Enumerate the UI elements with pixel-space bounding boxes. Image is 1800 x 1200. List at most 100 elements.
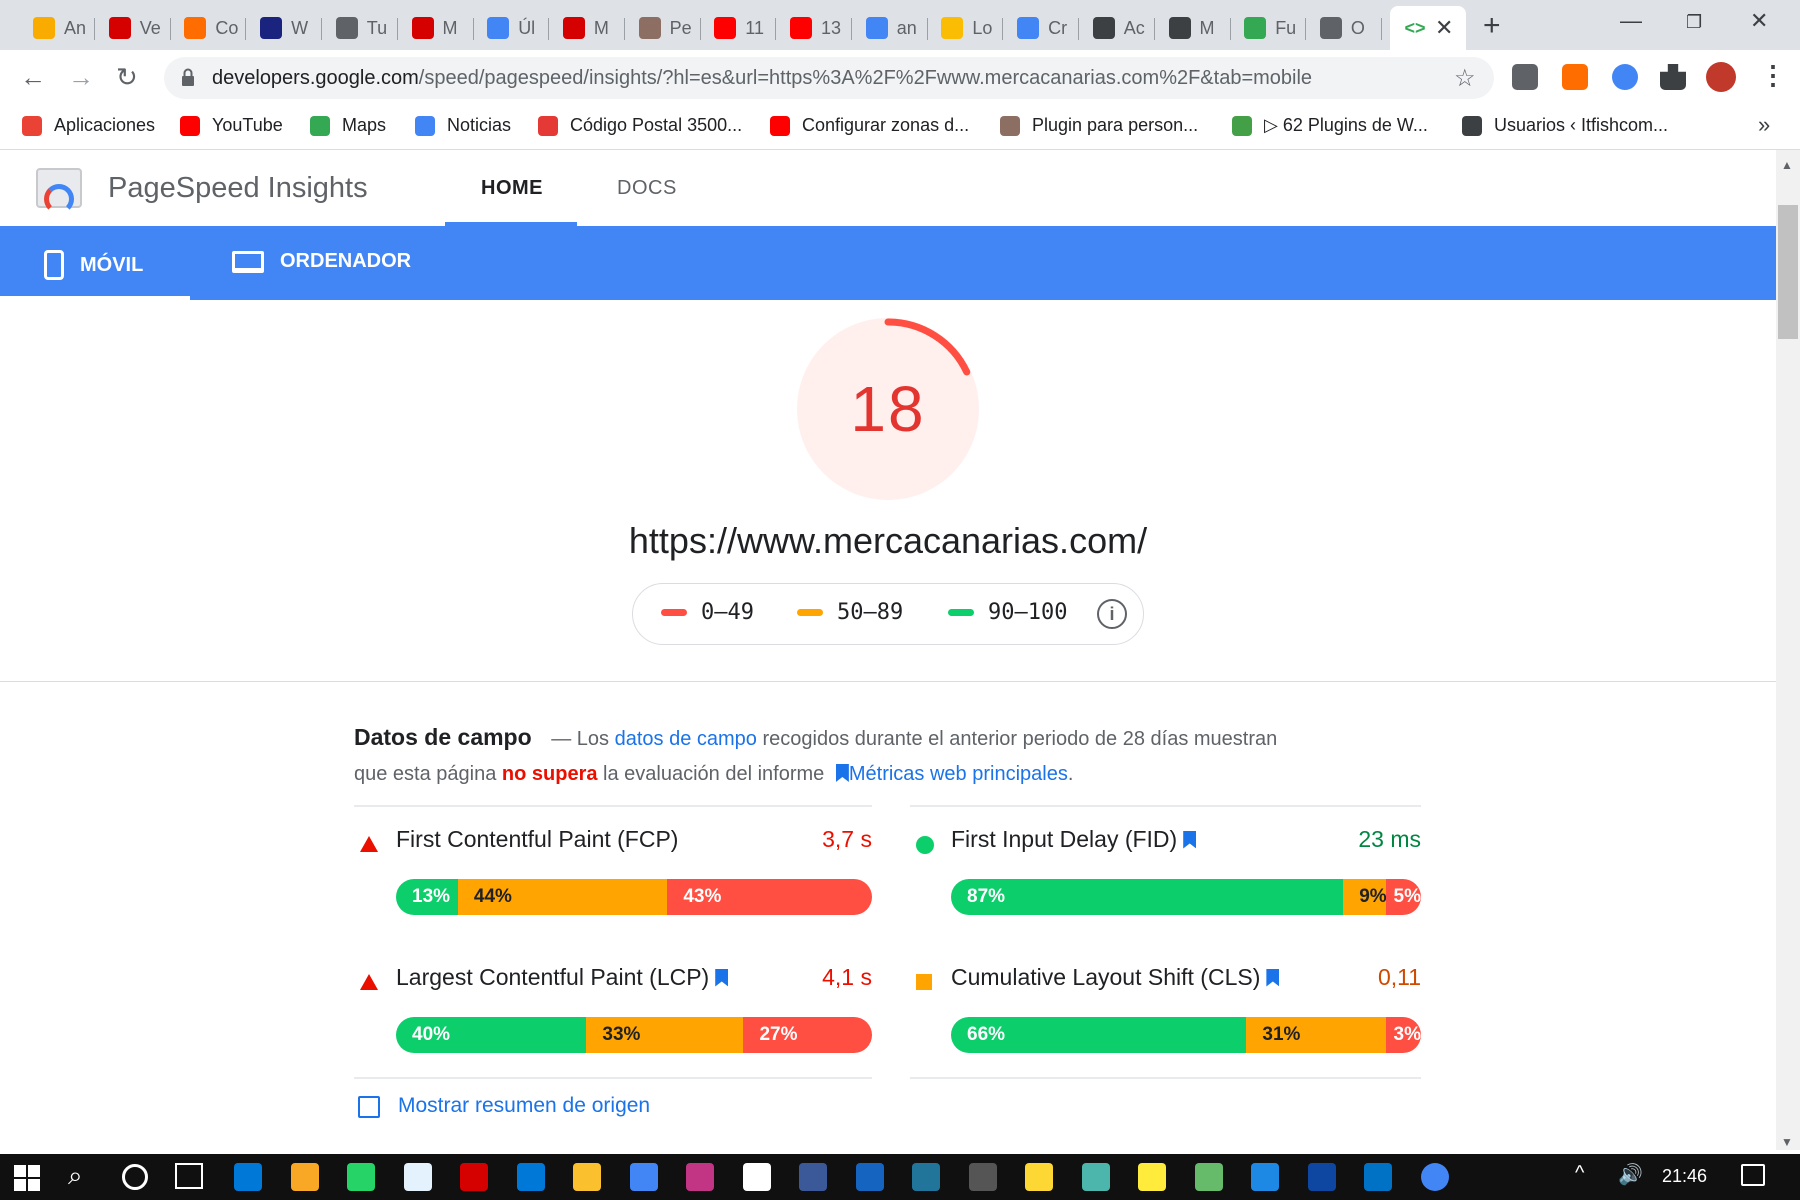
bookmark-label: Maps <box>342 115 387 135</box>
taskbar-app-icon[interactable] <box>516 1163 545 1191</box>
back-icon[interactable]: ← <box>20 62 46 93</box>
extension-3-icon[interactable] <box>1612 64 1638 90</box>
taskbar-app-icon[interactable] <box>1138 1163 1166 1191</box>
browser-tab[interactable]: Ve <box>95 6 171 50</box>
window-close-button[interactable]: ✕ <box>1750 8 1768 34</box>
tab-mobile[interactable]: MÓVIL <box>44 250 143 280</box>
taskbar-clock[interactable]: 21:46 <box>1662 1166 1707 1187</box>
taskbar-app-icon[interactable] <box>1025 1163 1053 1191</box>
bookmark-star-icon[interactable]: ☆ <box>1454 64 1476 93</box>
bookmark-item[interactable]: ▷ 62 Plugins de W... <box>1232 115 1428 136</box>
forward-icon[interactable]: → <box>68 62 94 93</box>
browser-tab[interactable]: Tu <box>322 6 398 50</box>
menu-kebab-icon[interactable]: ⋮ <box>1760 60 1786 91</box>
bookmark-item[interactable]: Configurar zonas d... <box>770 115 969 136</box>
taskbar-app-icon[interactable] <box>1364 1163 1392 1191</box>
new-tab-button[interactable]: + <box>1483 9 1501 43</box>
taskbar-app-icon[interactable] <box>1251 1163 1279 1191</box>
close-tab-icon[interactable]: ✕ <box>1435 15 1453 41</box>
extension-1-icon[interactable] <box>1512 64 1538 90</box>
taskbar-app-icon[interactable] <box>686 1163 714 1191</box>
lock-icon[interactable] <box>181 68 195 86</box>
browser-tab[interactable]: Úl <box>473 6 550 50</box>
browser-tab[interactable]: Cr <box>1003 6 1080 50</box>
dist-good-segment: 87% <box>951 879 1344 915</box>
dist-average-segment: 31% <box>1246 1017 1386 1053</box>
bookmark-item[interactable]: Noticias <box>415 115 511 136</box>
volume-icon[interactable]: 🔊 <box>1618 1162 1643 1187</box>
notifications-icon[interactable] <box>1741 1164 1765 1186</box>
browser-tab[interactable]: 11 <box>700 6 777 50</box>
extension-2-icon[interactable] <box>1562 64 1588 90</box>
taskbar-app-icon[interactable] <box>573 1163 601 1191</box>
browser-tab[interactable]: W <box>246 6 323 50</box>
minimize-button[interactable]: — <box>1620 8 1642 34</box>
browser-tab[interactable]: Ac <box>1079 6 1155 50</box>
taskbar-app-icon[interactable] <box>347 1163 375 1191</box>
taskbar-app-icon[interactable] <box>1420 1163 1449 1191</box>
browser-tab[interactable]: Pe <box>625 6 701 50</box>
cortana-icon[interactable] <box>122 1164 148 1190</box>
taskbar-app-icon[interactable] <box>1194 1163 1223 1191</box>
browser-tab[interactable]: an <box>852 6 928 50</box>
bookmark-item[interactable]: Maps <box>310 115 386 136</box>
taskbar-app-icon[interactable] <box>290 1163 319 1191</box>
field-data-link[interactable]: datos de campo <box>615 728 757 750</box>
browser-tab[interactable]: 13 <box>776 6 852 50</box>
profile-avatar[interactable] <box>1706 62 1736 92</box>
browser-tab[interactable]: M <box>1155 6 1231 50</box>
browser-tab[interactable]: An <box>19 6 95 50</box>
browser-tab[interactable]: Lo <box>927 6 1004 50</box>
bookmark-item[interactable]: Código Postal 3500... <box>538 115 742 136</box>
dist-poor-label: 3% <box>1393 1024 1421 1045</box>
nav-home-tab[interactable]: HOME <box>481 177 543 200</box>
nav-docs-tab[interactable]: DOCS <box>617 177 677 200</box>
bookmark-item[interactable]: Usuarios ‹ Itfishcom... <box>1462 115 1668 136</box>
tab-title: Pe <box>669 17 692 38</box>
bookmarks-more-icon[interactable]: » <box>1758 112 1770 138</box>
bookmark-item[interactable]: Aplicaciones <box>22 115 155 136</box>
tab-desktop[interactable]: ORDENADOR <box>232 250 411 273</box>
scroll-up-icon[interactable]: ▲ <box>1781 158 1793 172</box>
tray-chevron-icon[interactable]: ^ <box>1575 1162 1584 1185</box>
metric-value: 23 ms <box>1358 826 1421 852</box>
bookmark-favicon-icon <box>770 115 790 136</box>
metric-title: Cumulative Layout Shift (CLS) <box>951 964 1280 991</box>
legend-item-good: 90–100 <box>948 600 1067 625</box>
taskbar-app-icon[interactable] <box>234 1163 262 1191</box>
taskbar-app-icon[interactable] <box>799 1163 827 1191</box>
task-view-icon[interactable] <box>175 1163 203 1189</box>
taskbar-app-icon[interactable] <box>629 1163 658 1191</box>
bookmark-item[interactable]: Plugin para person... <box>1000 115 1198 136</box>
taskbar-app-icon[interactable] <box>855 1163 884 1191</box>
windows-start-icon[interactable] <box>14 1165 40 1191</box>
origin-summary-checkbox[interactable] <box>358 1096 380 1118</box>
browser-tab[interactable]: Fu <box>1230 6 1307 50</box>
tab-pagespeed-active[interactable]: <> ✕ <box>1390 6 1466 50</box>
tab-favicon-icon <box>108 17 131 39</box>
taskbar-app-icon[interactable] <box>1081 1163 1110 1191</box>
reload-icon[interactable]: ↻ <box>116 62 138 93</box>
taskbar-app-icon[interactable] <box>742 1163 771 1191</box>
product-title[interactable]: PageSpeed Insights <box>108 172 368 205</box>
browser-tab[interactable]: M <box>398 6 474 50</box>
search-icon[interactable]: ⌕ <box>68 1160 83 1192</box>
taskbar-app-icon[interactable] <box>912 1163 940 1191</box>
browser-tab[interactable]: Co <box>170 6 247 50</box>
browser-tab[interactable]: M <box>549 6 625 50</box>
bookmark-item[interactable]: YouTube <box>180 115 283 136</box>
scrollbar-thumb[interactable] <box>1778 205 1798 339</box>
origin-summary-label[interactable]: Mostrar resumen de origen <box>398 1094 650 1118</box>
core-web-vitals-link[interactable]: Métricas web principales <box>849 763 1068 785</box>
taskbar-app-icon[interactable] <box>1307 1163 1336 1191</box>
metrics-top-rule-right <box>910 805 1421 807</box>
dist-average-label: 9% <box>1359 886 1387 907</box>
taskbar-app-icon[interactable] <box>403 1163 432 1191</box>
info-icon[interactable]: i <box>1097 599 1127 629</box>
scroll-down-icon[interactable]: ▼ <box>1781 1135 1793 1149</box>
taskbar-app-icon[interactable] <box>460 1163 488 1191</box>
taskbar-app-icon[interactable] <box>968 1163 997 1191</box>
url-text[interactable]: developers.google.com/speed/pagespeed/in… <box>212 67 1312 90</box>
browser-tab[interactable]: O <box>1306 6 1382 50</box>
restore-button[interactable]: ❐ <box>1686 12 1702 33</box>
